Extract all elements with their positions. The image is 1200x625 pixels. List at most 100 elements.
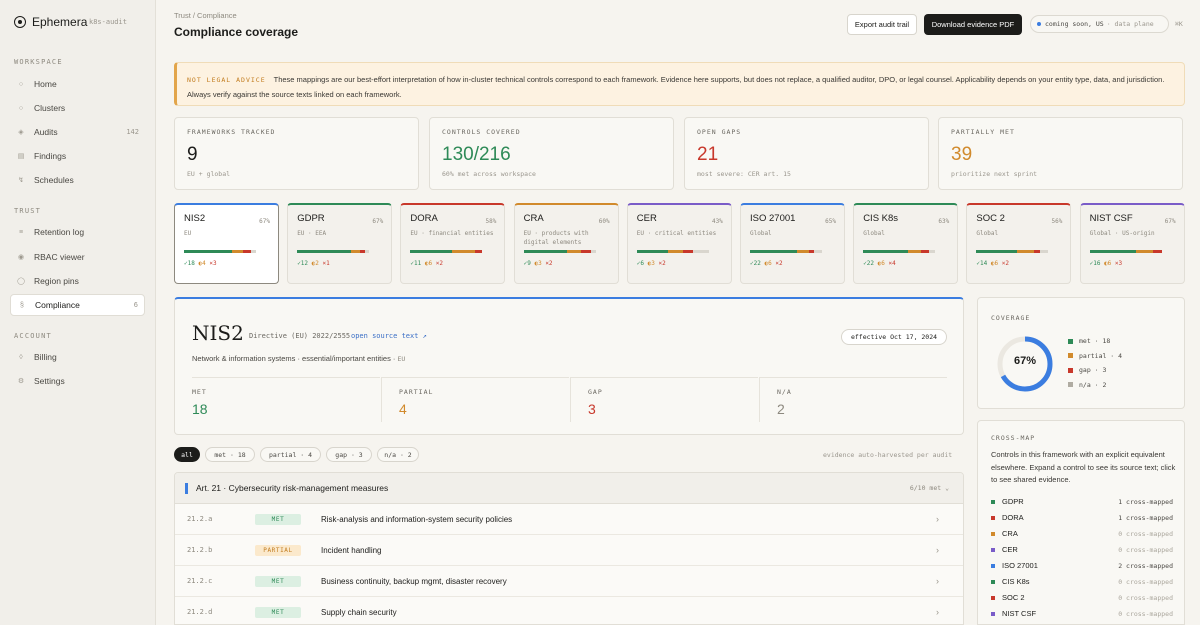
billing-icon: ◊ bbox=[19, 353, 23, 361]
compliance-count: 6 bbox=[133, 301, 138, 309]
control-row[interactable]: 21.2.a MET Risk-analysis and information-s… bbox=[175, 504, 963, 535]
met-count: ✓9 bbox=[523, 260, 531, 267]
audits-count: 142 bbox=[126, 128, 139, 136]
banner-tag: NOT LEGAL ADVICE bbox=[187, 76, 266, 84]
progress-segment-gap bbox=[581, 250, 591, 253]
sidebar-item-label: Home bbox=[34, 79, 57, 89]
sidebar-item-label: Retention log bbox=[34, 227, 85, 237]
cross-map-framework: SOC 2 bbox=[1002, 593, 1025, 602]
control-id: 21.2.a bbox=[187, 515, 213, 523]
cross-map-item[interactable]: CRA 0 cross-mapped bbox=[991, 529, 1173, 538]
control-row[interactable]: 21.2.b PARTIAL Incident handling › bbox=[175, 535, 963, 566]
sidebar-item-schedules[interactable]: ↯ Schedules bbox=[10, 169, 145, 191]
progress-segment-partial bbox=[351, 250, 361, 253]
framework-scope: EU · financial entities bbox=[410, 230, 494, 237]
framework-tab-gdpr[interactable]: GDPR 67% EU · EEA ✓12 ◐2 ×1 bbox=[287, 203, 393, 284]
command-shortcut[interactable]: ⌘K bbox=[1175, 20, 1183, 28]
control-row[interactable]: 21.2.d MET Supply chain security › bbox=[175, 597, 963, 624]
filter-chip-met[interactable]: met · 18 bbox=[205, 447, 255, 462]
filter-chip-gap[interactable]: gap · 3 bbox=[326, 447, 372, 462]
met-count: ✓16 bbox=[1089, 260, 1101, 267]
globe-icon: ◯ bbox=[17, 278, 25, 285]
partial-count: ◐4 bbox=[198, 260, 206, 267]
article-header[interactable]: Art. 21 · Cybersecurity risk-management … bbox=[175, 473, 963, 504]
framework-tab-nis2[interactable]: NIS2 67% EU ✓18 ◐4 ×3 bbox=[174, 203, 279, 284]
partial-count: ◐3 bbox=[647, 260, 655, 267]
gear-icon: ⚙ bbox=[17, 378, 25, 385]
legend-label: n/a · 2 bbox=[1079, 380, 1107, 389]
sidebar-item-label: Clusters bbox=[34, 103, 66, 113]
brand[interactable]: Ephemera bbox=[14, 15, 87, 29]
framework-tab-dora[interactable]: DORA 58% EU · financial entities ✓11 ◐6 ×2 bbox=[400, 203, 506, 284]
gap-count: ×2 bbox=[545, 260, 553, 267]
open-source-text-link[interactable]: open source text ↗ bbox=[351, 332, 427, 340]
framework-tab-iso-27001[interactable]: ISO 27001 65% Global ✓22 ◐6 ×2 bbox=[740, 203, 845, 284]
filter-chip-partial[interactable]: partial · 4 bbox=[260, 447, 321, 462]
chevron-right-icon: › bbox=[936, 514, 939, 524]
sidebar-item-region-pins[interactable]: ◯ Region pins bbox=[10, 270, 145, 292]
sidebar-item-clusters[interactable]: ○ Clusters bbox=[10, 97, 145, 119]
cross-map-item[interactable]: CIS K8s 0 cross-mapped bbox=[991, 577, 1173, 586]
sidebar-item-compliance[interactable]: § Compliance 6 bbox=[10, 294, 145, 316]
sidebar-item-label: Compliance bbox=[35, 300, 80, 310]
sidebar-item-label: Schedules bbox=[34, 175, 74, 185]
cross-map-framework: GDPR bbox=[1002, 497, 1024, 506]
region-selector[interactable]: coming soon, US · data plane bbox=[1030, 15, 1169, 33]
detail-stat-value: 18 bbox=[192, 401, 208, 417]
progress-segment-partial bbox=[566, 250, 582, 253]
progress-segment-met bbox=[523, 250, 567, 253]
article-group: Art. 21 · Cybersecurity risk-management … bbox=[174, 472, 964, 625]
progress-segment-met bbox=[636, 250, 668, 253]
framework-percent: 67% bbox=[259, 218, 270, 225]
filter-chip-na[interactable]: n/a · 2 bbox=[377, 447, 419, 462]
framework-counts: ✓14 ◐6 ×2 bbox=[976, 260, 1009, 267]
stat-card: CONTROLS COVERED 130/216 60% met across wo… bbox=[429, 117, 674, 190]
progress-segment-partial bbox=[452, 250, 475, 253]
directive-reference: Directive (EU) 2022/2555 bbox=[249, 332, 351, 340]
framework-tab-soc-2[interactable]: SOC 2 56% Global ✓14 ◐6 ×2 bbox=[966, 203, 1072, 284]
detail-stat-value: 3 bbox=[588, 401, 596, 417]
sidebar-item-retention-log[interactable]: ≡ Retention log bbox=[10, 221, 145, 243]
sidebar-item-label: Findings bbox=[34, 151, 67, 161]
workspace-tag: k8s-audit bbox=[89, 18, 127, 26]
detail-stat-value: 4 bbox=[399, 401, 407, 417]
export-audit-trail-button[interactable]: Export audit trail bbox=[847, 14, 917, 35]
framework-progress-bar bbox=[976, 250, 1049, 253]
framework-tab-cis-k8s[interactable]: CIS K8s 63% Global ✓22 ◐6 ×4 bbox=[853, 203, 959, 284]
framework-tab-cra[interactable]: CRA 60% EU · products with digital element… bbox=[513, 203, 619, 284]
detail-stat-label: GAP bbox=[588, 388, 603, 396]
progress-segment-na bbox=[813, 250, 822, 253]
sidebar-item-audits[interactable]: ◈ Audits 142 bbox=[10, 121, 145, 143]
filter-chip-all[interactable]: all bbox=[174, 447, 200, 462]
coverage-card: COVERAGE 67% met · 18 partial · 4 gap · 3 n… bbox=[977, 297, 1185, 409]
cross-map-item[interactable]: GDPR 1 cross-mapped bbox=[991, 497, 1173, 506]
progress-segment-met bbox=[410, 250, 453, 253]
control-row[interactable]: 21.2.c MET Business continuity, backup mgm… bbox=[175, 566, 963, 597]
framework-scope: Global bbox=[750, 230, 772, 237]
cross-map-framework: CIS K8s bbox=[1002, 577, 1030, 586]
detail-stat-label: N/A bbox=[777, 388, 792, 396]
framework-progress-bar bbox=[523, 250, 596, 253]
sidebar-item-label: Region pins bbox=[34, 276, 79, 286]
cross-map-item[interactable]: DORA 1 cross-mapped bbox=[991, 513, 1173, 522]
cross-map-count: 0 cross-mapped bbox=[1118, 529, 1173, 538]
cross-map-item[interactable]: CER 0 cross-mapped bbox=[991, 545, 1173, 554]
progress-segment-gap bbox=[683, 250, 694, 253]
download-evidence-pdf-button[interactable]: Download evidence PDF bbox=[924, 14, 1022, 35]
framework-tab-nist-csf[interactable]: NIST CSF 67% Global · US-origin ✓16 ◐6 ×3 bbox=[1079, 203, 1185, 284]
progress-segment-partial bbox=[796, 250, 810, 253]
cross-map-item[interactable]: NIST CSF 0 cross-mapped bbox=[991, 609, 1173, 618]
sidebar-item-findings[interactable]: ▤ Findings bbox=[10, 145, 145, 167]
framework-tab-cer[interactable]: CER 43% EU · critical entities ✓6 ◐3 ×2 bbox=[626, 203, 732, 284]
cross-map-item[interactable]: ISO 27001 2 cross-mapped bbox=[991, 561, 1173, 570]
sidebar-item-home[interactable]: ○ Home bbox=[10, 73, 145, 95]
sidebar-item-rbac-viewer[interactable]: ◉ RBAC viewer bbox=[10, 246, 145, 268]
stat-sub: most severe: CER art. 15 bbox=[697, 170, 791, 178]
progress-segment-na bbox=[590, 250, 596, 253]
sidebar-item-billing[interactable]: ◊ Billing bbox=[10, 346, 145, 368]
gap-count: ×4 bbox=[888, 260, 896, 267]
sidebar-item-settings[interactable]: ⚙ Settings bbox=[10, 370, 145, 392]
cross-map-item[interactable]: SOC 2 0 cross-mapped bbox=[991, 593, 1173, 602]
framework-progress-bar bbox=[863, 250, 936, 253]
gap-count: ×2 bbox=[1001, 260, 1009, 267]
